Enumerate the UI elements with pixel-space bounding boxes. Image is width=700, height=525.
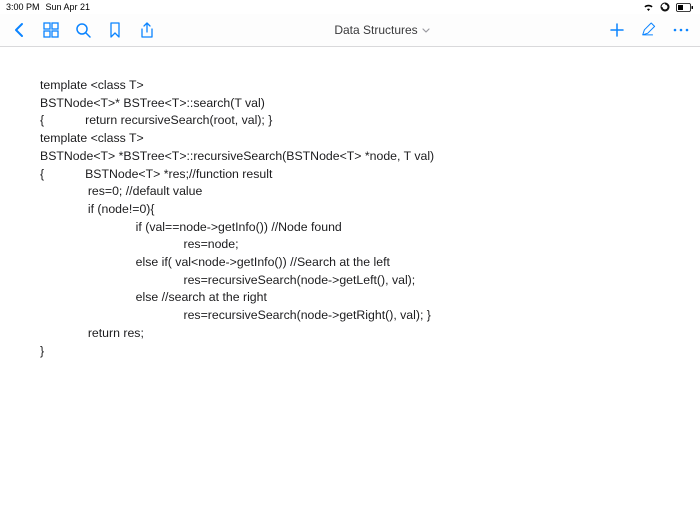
- code-line: res=recursiveSearch(node->getLeft(), val…: [40, 272, 692, 290]
- more-button[interactable]: [670, 19, 692, 41]
- code-line: BSTNode<T>* BSTree<T>::search(T val): [40, 95, 692, 113]
- bookmark-button[interactable]: [104, 19, 126, 41]
- code-line: res=node;: [40, 236, 692, 254]
- code-line: { BSTNode<T> *res;//function result: [40, 166, 692, 184]
- chevron-down-icon: [422, 23, 430, 37]
- code-line: if (node!=0){: [40, 201, 692, 219]
- code-line: }: [40, 343, 692, 361]
- orientation-lock-icon: [660, 2, 670, 12]
- code-line: template <class T>: [40, 130, 692, 148]
- code-line: else //search at the right: [40, 289, 692, 307]
- code-line: BSTNode<T> *BSTree<T>::recursiveSearch(B…: [40, 148, 692, 166]
- code-line: return res;: [40, 325, 692, 343]
- add-button[interactable]: [606, 19, 628, 41]
- code-line: if (val==node->getInfo()) //Node found: [40, 219, 692, 237]
- status-time: 3:00 PM: [6, 2, 40, 12]
- code-line: res=0; //default value: [40, 183, 692, 201]
- status-date: Sun Apr 21: [46, 2, 91, 12]
- code-line: { return recursiveSearch(root, val); }: [40, 112, 692, 130]
- code-line: template <class T>: [40, 77, 692, 95]
- document-title: Data Structures: [334, 23, 417, 37]
- toolbar: Data Structures: [0, 14, 700, 47]
- document-title-dropdown[interactable]: Data Structures: [158, 23, 606, 37]
- document-content[interactable]: template <class T> BSTNode<T>* BSTree<T>…: [0, 47, 700, 368]
- battery-icon: [676, 3, 694, 12]
- share-button[interactable]: [136, 19, 158, 41]
- code-line: res=recursiveSearch(node->getRight(), va…: [40, 307, 692, 325]
- grid-view-button[interactable]: [40, 19, 62, 41]
- search-button[interactable]: [72, 19, 94, 41]
- code-line: else if( val<node->getInfo()) //Search a…: [40, 254, 692, 272]
- wifi-icon: [643, 3, 654, 12]
- status-bar: 3:00 PM Sun Apr 21: [0, 0, 700, 14]
- annotate-button[interactable]: [638, 19, 660, 41]
- back-button[interactable]: [8, 19, 30, 41]
